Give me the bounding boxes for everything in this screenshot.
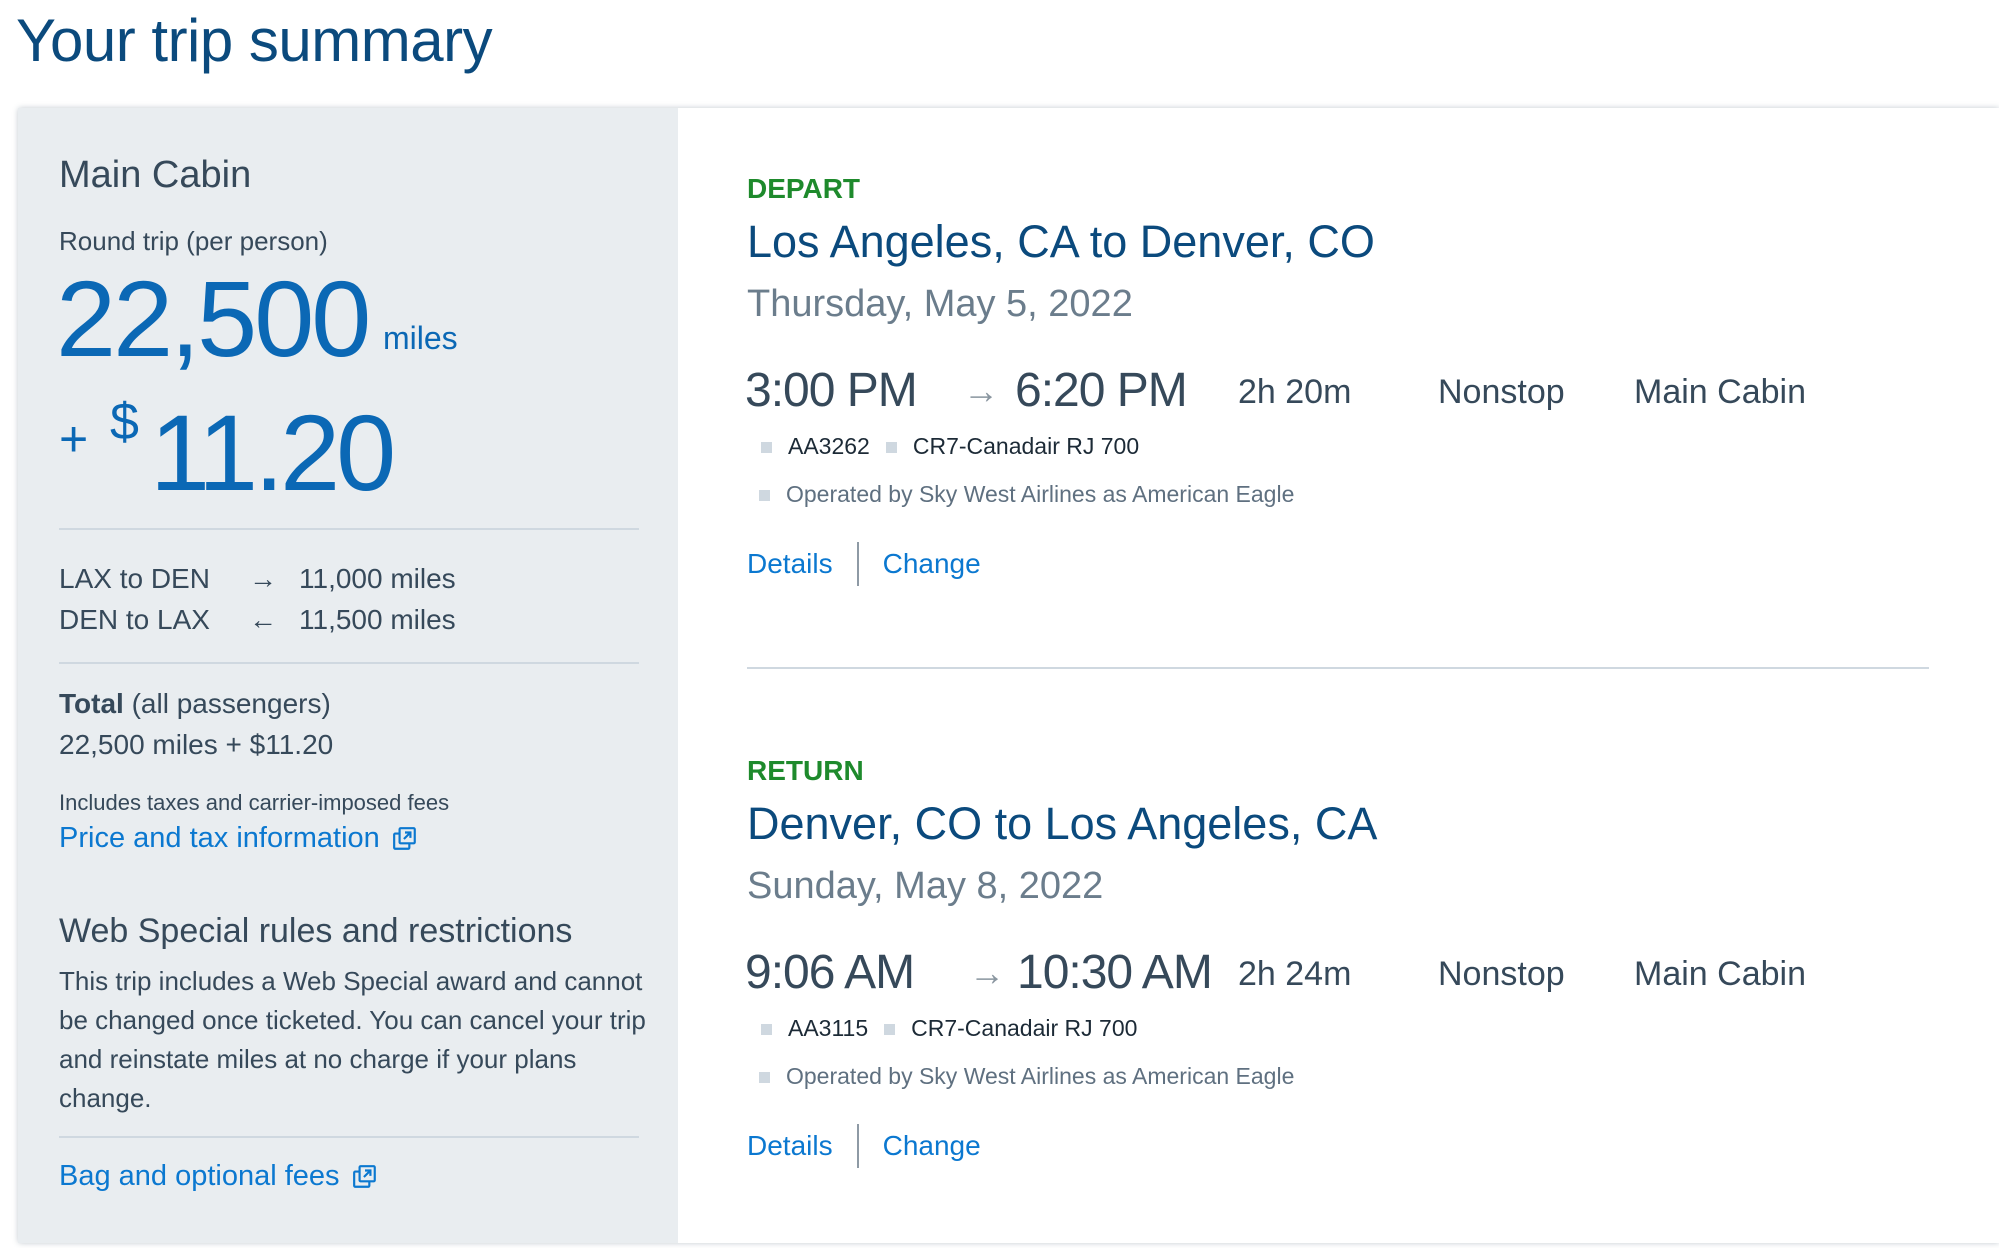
divider [59, 662, 639, 664]
operated-by-text: Operated by Sky West Airlines as America… [786, 481, 1295, 507]
arrow-right-icon: → [969, 952, 1005, 993]
bullet-icon [759, 1072, 770, 1084]
web-special-heading: Web Special rules and restrictions [59, 912, 573, 950]
cabin-title: Main Cabin [59, 154, 252, 196]
flight-number: AA3262 [788, 433, 870, 459]
segment-route: LAX to DEN [59, 563, 210, 594]
stops: Nonstop [1438, 373, 1565, 411]
change-link[interactable]: Change [883, 548, 981, 580]
bullet-icon [761, 1024, 772, 1036]
duration: 2h 20m [1238, 373, 1352, 411]
depart-time: 9:06 AM [745, 946, 915, 999]
external-link-icon [352, 1165, 376, 1189]
trip-type-label: Round trip (per person) [59, 226, 328, 256]
arrive-time: 10:30 AM [1017, 946, 1213, 999]
miles-unit: miles [383, 320, 458, 356]
duration: 2h 24m [1238, 955, 1352, 993]
operated-by: Operated by Sky West Airlines as America… [759, 481, 1294, 508]
leg-date: Sunday, May 8, 2022 [747, 865, 1104, 907]
change-link[interactable]: Change [883, 1130, 981, 1162]
stops: Nonstop [1438, 955, 1565, 993]
includes-note: Includes taxes and carrier-imposed fees [59, 790, 450, 815]
depart-time: 3:00 PM [745, 364, 918, 417]
flight-info: AA3262 CR7-Canadair RJ 700 [761, 433, 1139, 460]
leg-label: DEPART [747, 173, 861, 204]
leg-actions: Details Change [747, 542, 981, 586]
itinerary-panel: DEPART Los Angeles, CA to Denver, CO Thu… [678, 108, 1999, 1243]
page-title: Your trip summary [16, 7, 493, 74]
aircraft: CR7-Canadair RJ 700 [911, 1015, 1138, 1041]
web-special-body: This trip includes a Web Special award a… [59, 966, 646, 1113]
arrow-right-icon: → [249, 563, 277, 594]
leg-divider [747, 667, 1929, 669]
operated-by: Operated by Sky West Airlines as America… [759, 1063, 1294, 1090]
total-label: Total (all passengers) [59, 688, 331, 720]
flight-number: AA3115 [788, 1015, 869, 1041]
cash-amount: 11.20 [150, 392, 396, 513]
operated-by-text: Operated by Sky West Airlines as America… [786, 1063, 1295, 1089]
leg-cabin: Main Cabin [1634, 373, 1806, 411]
currency-symbol: $ [110, 393, 139, 451]
leg-cabin: Main Cabin [1634, 955, 1806, 993]
arrow-right-icon: → [963, 370, 999, 411]
arrive-time: 6:20 PM [1015, 364, 1188, 417]
leg-route: Los Angeles, CA to Denver, CO [747, 216, 1375, 267]
arrow-left-icon: ← [249, 604, 277, 635]
flight-info: AA3115 CR7-Canadair RJ 700 [761, 1015, 1137, 1042]
divider [59, 528, 639, 530]
segment-route: DEN to LAX [59, 604, 210, 635]
miles-amount: 22,500 [56, 258, 371, 379]
bullet-icon [761, 442, 772, 454]
plus-sign: + [59, 411, 89, 467]
segment-miles-row: LAX to DEN → 11,000 miles [59, 563, 456, 595]
price-and-tax-link-label: Price and tax information [59, 822, 380, 854]
bag-fees-link[interactable]: Bag and optional fees [59, 1160, 378, 1193]
total-label-strong: Total [59, 688, 124, 719]
total-value: 22,500 miles + $11.20 [59, 729, 334, 760]
leg-date: Thursday, May 5, 2022 [747, 283, 1133, 325]
external-link-icon [392, 827, 416, 851]
action-separator [856, 1124, 859, 1168]
details-link[interactable]: Details [747, 548, 833, 580]
divider [59, 1136, 639, 1138]
action-separator [856, 542, 859, 586]
price-summary-panel: Main Cabin Round trip (per person) 22,50… [18, 108, 678, 1243]
price-and-tax-link[interactable]: Price and tax information [59, 822, 418, 855]
leg-label: RETURN [747, 755, 864, 786]
segment-miles-row: DEN to LAX ← 11,500 miles [59, 604, 456, 636]
segment-miles: 11,000 miles [299, 563, 456, 594]
bullet-icon [759, 490, 770, 502]
segment-miles: 11,500 miles [299, 604, 456, 635]
leg-route: Denver, CO to Los Angeles, CA [747, 798, 1378, 849]
trip-summary-card: Main Cabin Round trip (per person) 22,50… [18, 108, 1999, 1243]
bag-fees-link-label: Bag and optional fees [59, 1160, 340, 1192]
leg-actions: Details Change [747, 1124, 981, 1168]
bullet-icon [884, 1024, 896, 1036]
aircraft: CR7-Canadair RJ 700 [912, 433, 1140, 459]
total-qualifier: (all passengers) [131, 688, 331, 719]
bullet-icon [885, 442, 897, 454]
details-link[interactable]: Details [747, 1130, 833, 1162]
